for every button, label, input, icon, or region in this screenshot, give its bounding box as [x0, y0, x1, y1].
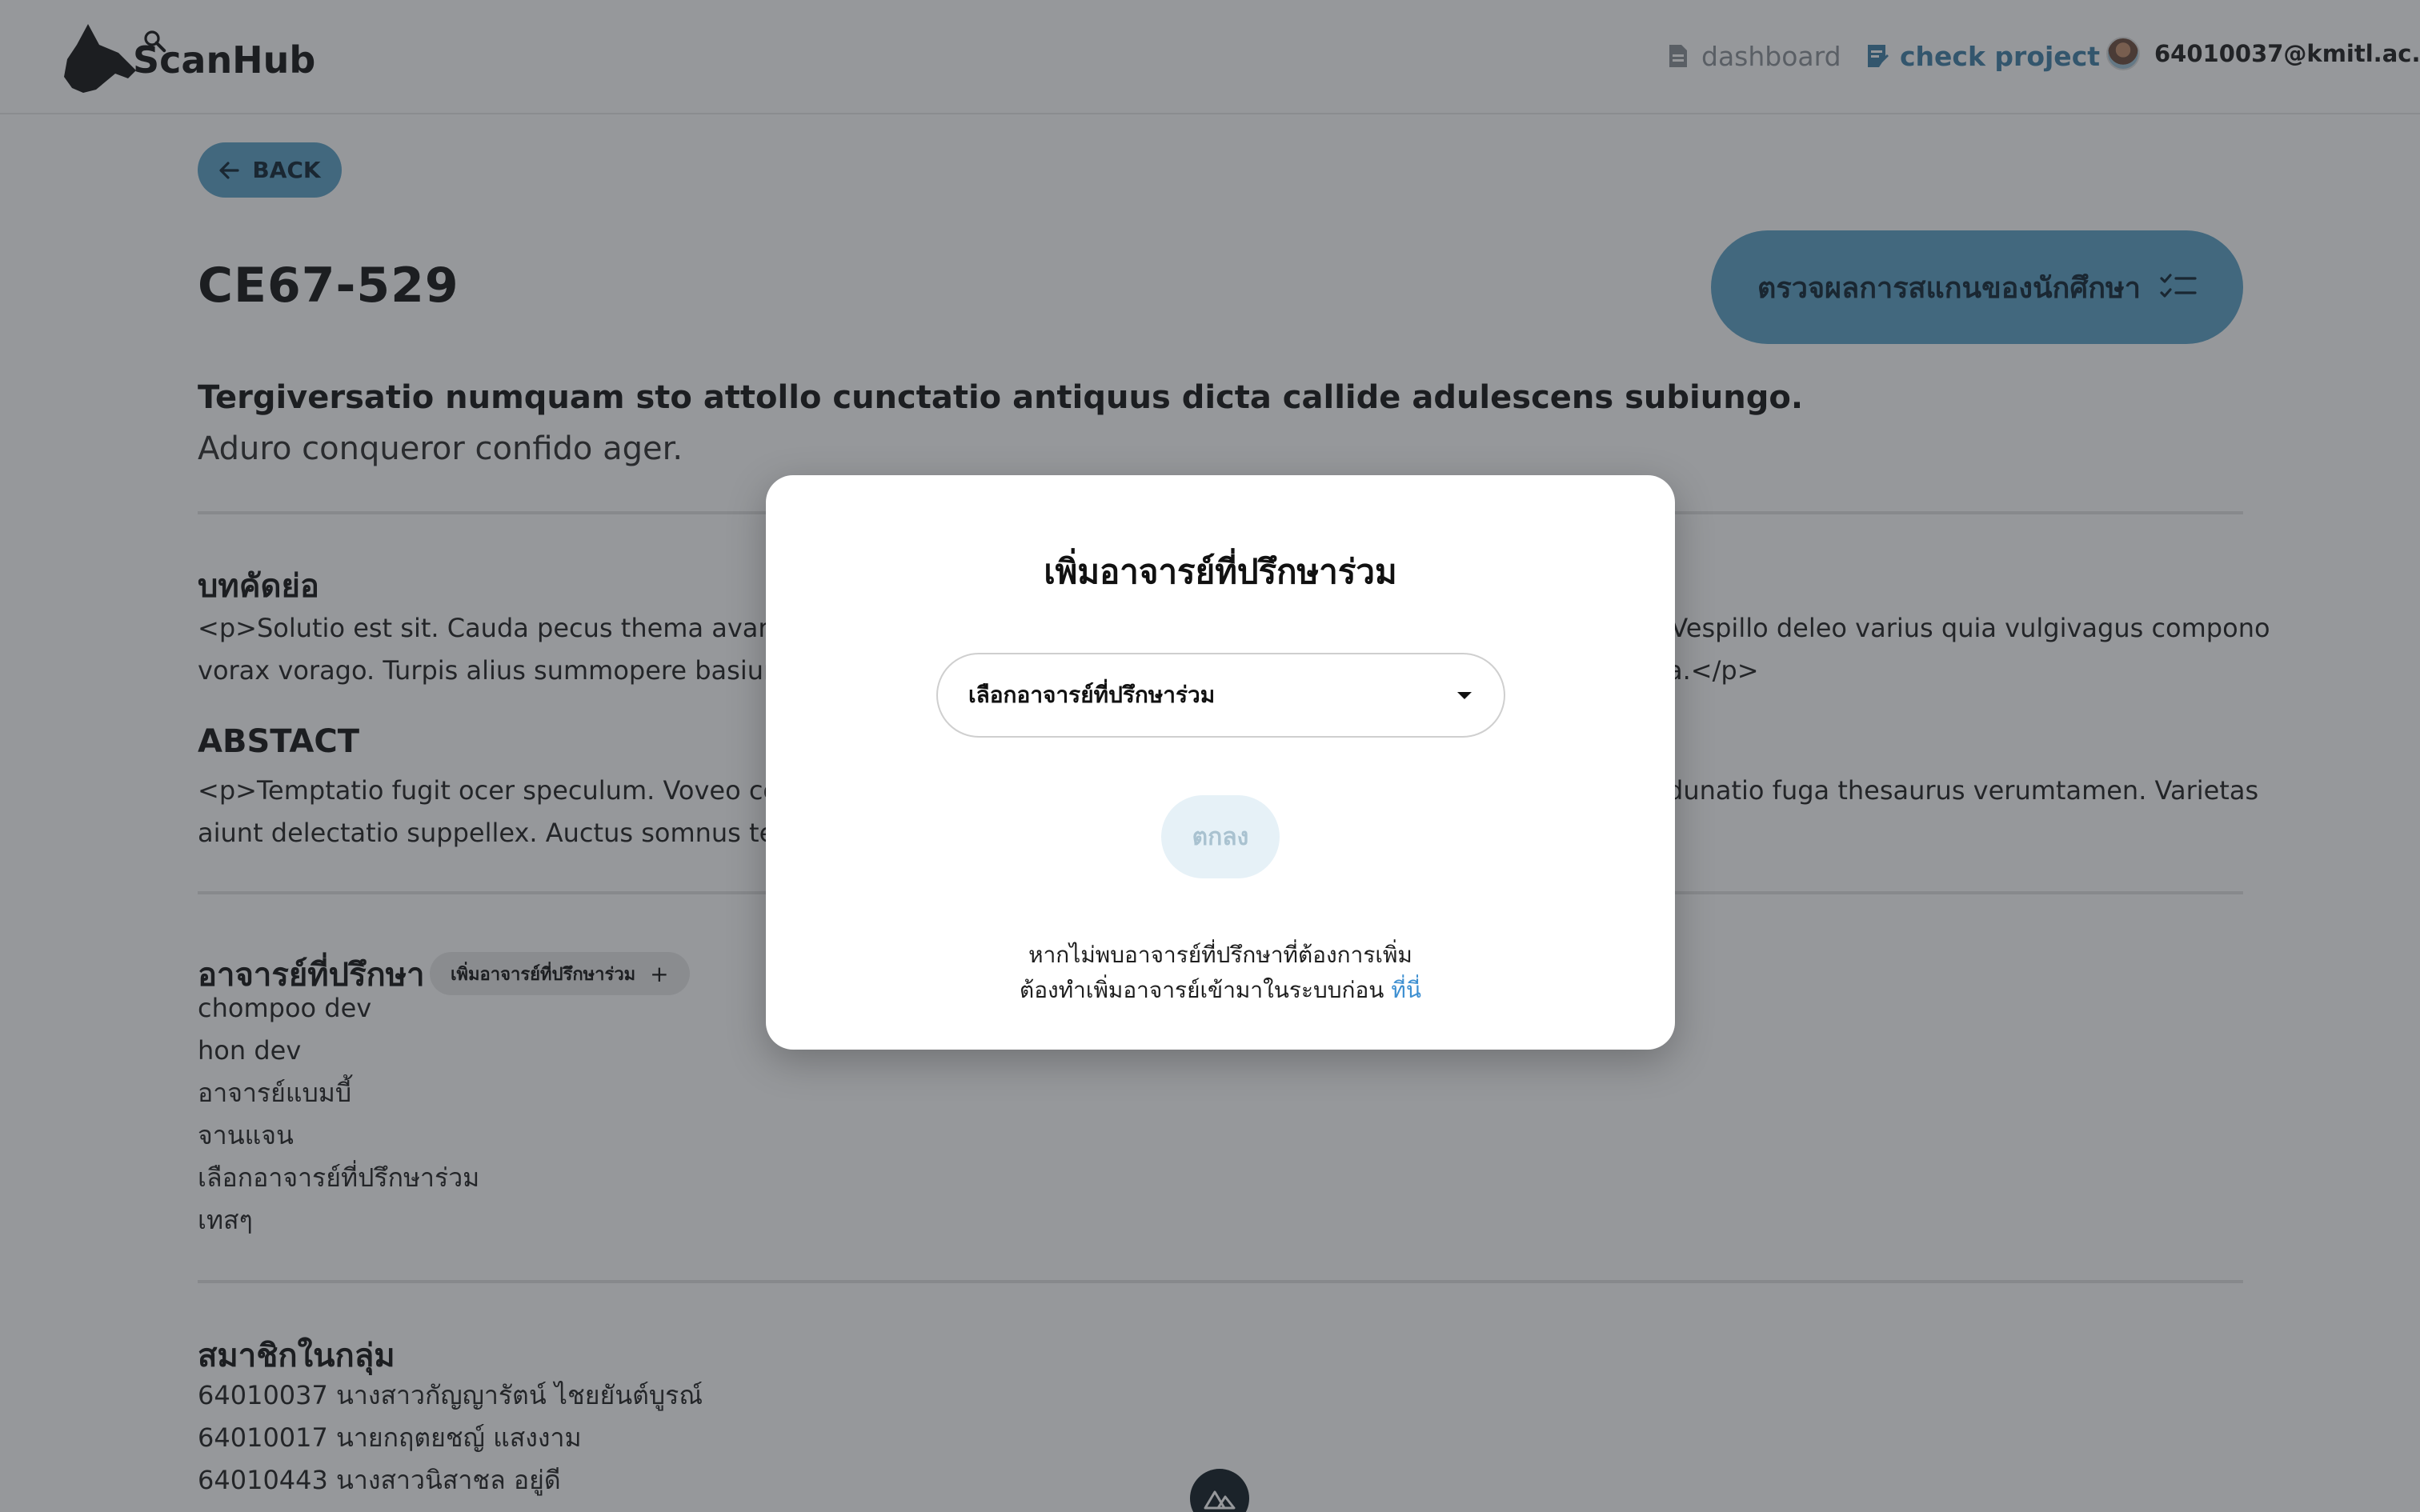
modal-note-line2: ต้องทำเพิ่มอาจารย์เข้ามาในระบบก่อน ที่นี… [766, 973, 1675, 1008]
confirm-button[interactable]: ตกลง [1161, 795, 1280, 878]
add-advisor-here-link[interactable]: ที่นี่ [1391, 977, 1421, 1003]
co-advisor-select-value: เลือกอาจารย์ที่ปรึกษาร่วม [968, 682, 1216, 708]
caret-down-icon [1457, 692, 1472, 699]
modal-note-line2-text: ต้องทำเพิ่มอาจารย์เข้ามาในระบบก่อน [1020, 977, 1384, 1003]
add-co-advisor-modal: เพิ่มอาจารย์ที่ปรึกษาร่วม เลือกอาจารย์ที… [766, 475, 1675, 1050]
co-advisor-select[interactable]: เลือกอาจารย์ที่ปรึกษาร่วม [936, 653, 1505, 738]
modal-note: หากไม่พบอาจารย์ที่ปรึกษาที่ต้องการเพิ่ม … [766, 938, 1675, 1008]
modal-note-line1: หากไม่พบอาจารย์ที่ปรึกษาที่ต้องการเพิ่ม [1028, 942, 1412, 968]
modal-title: เพิ่มอาจารย์ที่ปรึกษาร่วม [1044, 552, 1397, 591]
